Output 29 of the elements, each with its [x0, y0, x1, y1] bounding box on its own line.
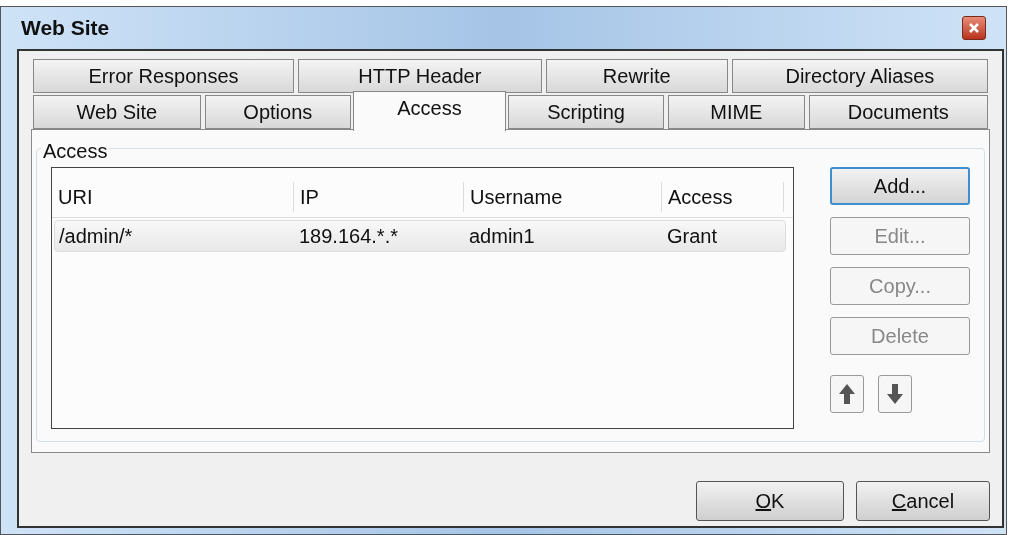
tab[interactable]: Documents [808, 95, 988, 129]
table-cell-text: /admin/* [58, 224, 134, 249]
up-arrow-icon [838, 383, 856, 405]
table-row[interactable]: /admin/* 189.164.*.* admin1 Grant [54, 220, 786, 252]
close-icon [969, 23, 979, 33]
column-header[interactable]: IP [294, 181, 464, 212]
tab[interactable]: Rewrite [545, 59, 728, 93]
window-title: Web Site [21, 15, 110, 42]
tab[interactable]: Error Responses [33, 59, 295, 93]
tab[interactable]: Options [204, 95, 351, 129]
tab[interactable]: Access [352, 91, 507, 131]
table-cell-text: admin1 [468, 224, 536, 249]
tab[interactable]: Directory Aliases [731, 59, 988, 93]
table-cell-text: 189.164.*.* [298, 224, 399, 249]
column-header[interactable]: Access [662, 181, 784, 212]
dialog-button[interactable]: OK [696, 481, 844, 521]
dialog-button[interactable]: Cancel [856, 481, 990, 521]
tab[interactable]: Web Site [33, 95, 201, 129]
column-header[interactable]: URI [52, 181, 294, 212]
tab[interactable]: HTTP Header [298, 59, 542, 93]
side-button[interactable]: Add... [830, 167, 970, 205]
column-header[interactable]: Username [464, 181, 662, 212]
move-down-button[interactable] [878, 375, 912, 413]
tab[interactable]: Scripting [508, 95, 665, 129]
move-up-button[interactable] [830, 375, 864, 413]
close-button[interactable] [962, 16, 986, 40]
down-arrow-icon [886, 383, 904, 405]
table-cell-text: Grant [666, 224, 719, 249]
tab[interactable]: MIME [668, 95, 805, 129]
